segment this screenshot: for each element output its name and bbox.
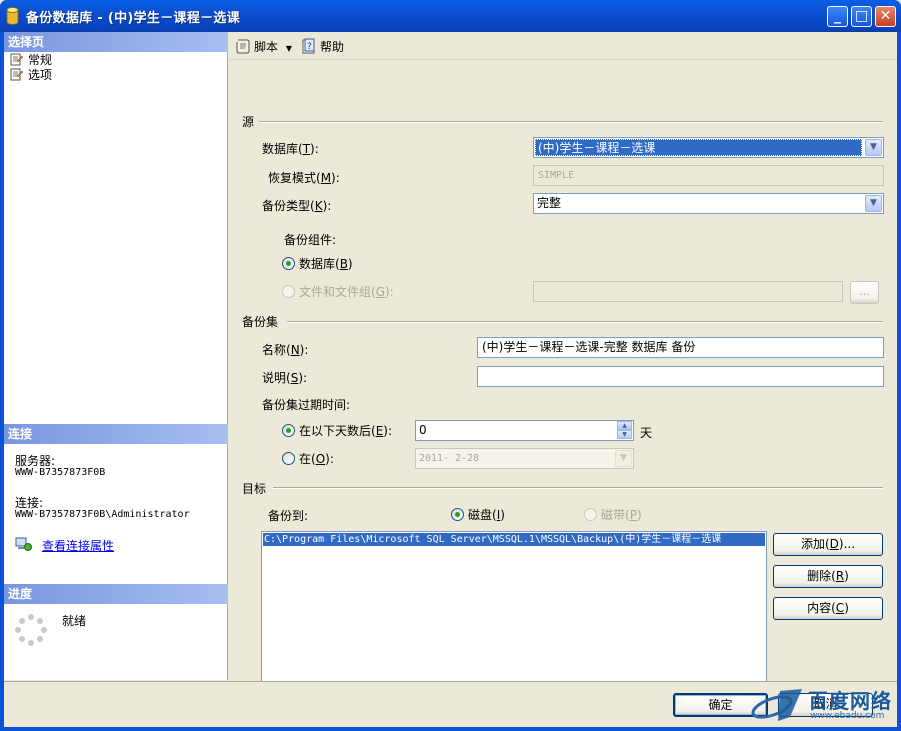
general-page: 源 数据库(T): (中)学生－课程－选课 ▼ 恢复模式(M): SIMPLE …	[229, 62, 897, 691]
server-value: WWW-B7357873F0B	[15, 467, 106, 478]
remove-destination-button[interactable]: 删除(R)	[773, 565, 883, 588]
component-files-radio[interactable]: 文件和文件组(G):	[282, 285, 394, 299]
select-page-header: 选择页	[4, 32, 228, 52]
description-label: 说明(S):	[262, 371, 308, 385]
svg-text:?: ?	[307, 42, 312, 52]
expire-date-picker[interactable]: 2011- 2-28 ▼	[415, 448, 634, 469]
title-bar[interactable]: 备份数据库 - (中)学生－课程－选课 _ □ ✕	[0, 0, 901, 32]
page-icon	[10, 53, 24, 66]
page-item-label: 常规	[28, 53, 53, 67]
page-icon	[10, 68, 24, 81]
progress-spinner-icon	[15, 614, 47, 646]
add-destination-button[interactable]: 添加(D)...	[773, 533, 883, 556]
watermark-url: www.ebadu.com	[810, 711, 885, 721]
database-label: 数据库(T):	[262, 142, 319, 156]
left-pane: 选择页 常规 选项 连接 服务器: WWW-B7357873F0B 连接: WW…	[4, 32, 228, 680]
expire-label: 备份集过期时间:	[262, 398, 351, 412]
source-group-title: 源	[242, 113, 259, 130]
minimize-button[interactable]: _	[827, 6, 848, 27]
chevron-down-icon[interactable]: ▼	[865, 139, 882, 156]
minimize-icon: _	[834, 8, 841, 24]
chevron-down-icon[interactable]: ▼	[615, 450, 632, 467]
help-icon: ?	[302, 38, 315, 54]
close-icon: ✕	[879, 8, 892, 24]
expire-after-days-radio[interactable]: 在以下天数后(E):	[282, 424, 392, 438]
backup-type-combo[interactable]: 完整 ▼	[533, 193, 884, 214]
spin-down-icon[interactable]: ▼	[617, 430, 632, 439]
backup-to-label: 备份到:	[268, 509, 309, 523]
files-field	[533, 281, 843, 302]
progress-status: 就绪	[62, 614, 87, 628]
database-combo[interactable]: (中)学生－课程－选课 ▼	[533, 137, 884, 158]
backup-component-label: 备份组件:	[284, 233, 337, 247]
description-input[interactable]	[477, 366, 884, 387]
contents-button[interactable]: 内容(C)	[773, 597, 883, 620]
dialog-client-area: 选择页 常规 选项 连接 服务器: WWW-B7357873F0B 连接: WW…	[4, 32, 897, 727]
backup-type-label: 备份类型(K):	[262, 199, 332, 213]
radio-icon	[282, 285, 295, 298]
radio-icon	[282, 452, 295, 465]
recovery-model-label: 恢复模式(M):	[268, 171, 340, 185]
watermark: 百度网络 www.ebadu.com	[750, 685, 898, 727]
watermark-brand: 百度网络	[808, 689, 892, 713]
destination-list[interactable]: C:\Program Files\Microsoft SQL Server\MS…	[261, 531, 767, 691]
close-button[interactable]: ✕	[875, 6, 896, 27]
radio-icon	[584, 508, 597, 521]
browse-files-button[interactable]: ...	[850, 281, 879, 304]
window-title: 备份数据库 - (中)学生－课程－选课	[26, 11, 241, 26]
spin-up-icon[interactable]: ▲	[617, 421, 632, 430]
page-item-label: 选项	[28, 68, 53, 82]
recovery-model-field: SIMPLE	[533, 165, 884, 186]
database-value: (中)学生－课程－选课	[535, 139, 862, 156]
backup-type-value: 完整	[537, 196, 562, 210]
view-connection-properties-link[interactable]: 查看连接属性	[42, 537, 114, 554]
page-item-options[interactable]: 选项	[10, 68, 52, 83]
days-unit: 天	[640, 426, 653, 440]
group-divider	[287, 321, 883, 323]
page-item-general[interactable]: 常规	[10, 53, 52, 68]
group-divider	[259, 121, 883, 123]
backup-set-group-title: 备份集	[242, 313, 283, 330]
toolbar: 脚本 ▼ ? 帮助	[229, 32, 897, 60]
script-button[interactable]: 脚本 ▼	[235, 38, 292, 54]
radio-selected-icon	[282, 257, 295, 270]
expire-on-date-radio[interactable]: 在(O):	[282, 452, 334, 466]
connection-value: WWW-B7357873F0B\Administrator	[15, 509, 190, 520]
expire-date-value: 2011- 2-28	[419, 453, 480, 464]
destination-group-title: 目标	[242, 480, 271, 497]
backup-name-input[interactable]: (中)学生－课程－选课-完整 数据库 备份	[477, 337, 884, 358]
chevron-down-icon[interactable]: ▼	[865, 195, 882, 212]
radio-selected-icon	[282, 424, 295, 437]
backup-name-label: 名称(N):	[262, 343, 309, 357]
radio-selected-icon	[451, 508, 464, 521]
days-stepper[interactable]: 0 ▲ ▼	[415, 420, 634, 441]
database-icon	[6, 7, 19, 25]
backup-to-tape-radio[interactable]: 磁带(P)	[584, 508, 642, 522]
connection-properties-icon	[15, 537, 32, 551]
dropdown-arrow-icon: ▼	[285, 44, 292, 53]
maximize-button[interactable]: □	[851, 6, 872, 27]
progress-header: 进度	[4, 584, 228, 604]
backup-to-disk-radio[interactable]: 磁盘(I)	[451, 508, 505, 522]
help-button[interactable]: ? 帮助	[301, 38, 344, 54]
connection-header: 连接	[4, 424, 228, 444]
group-divider	[273, 487, 883, 489]
component-database-radio[interactable]: 数据库(B)	[282, 257, 353, 271]
list-item[interactable]: C:\Program Files\Microsoft SQL Server\MS…	[263, 533, 765, 546]
maximize-icon: □	[854, 8, 869, 24]
dialog-window: 备份数据库 - (中)学生－课程－选课 _ □ ✕ 选择页 常规 选项 连接 服…	[0, 0, 901, 731]
script-icon	[236, 39, 250, 54]
days-value: 0	[419, 423, 427, 437]
watermark-logo-icon	[751, 689, 802, 721]
